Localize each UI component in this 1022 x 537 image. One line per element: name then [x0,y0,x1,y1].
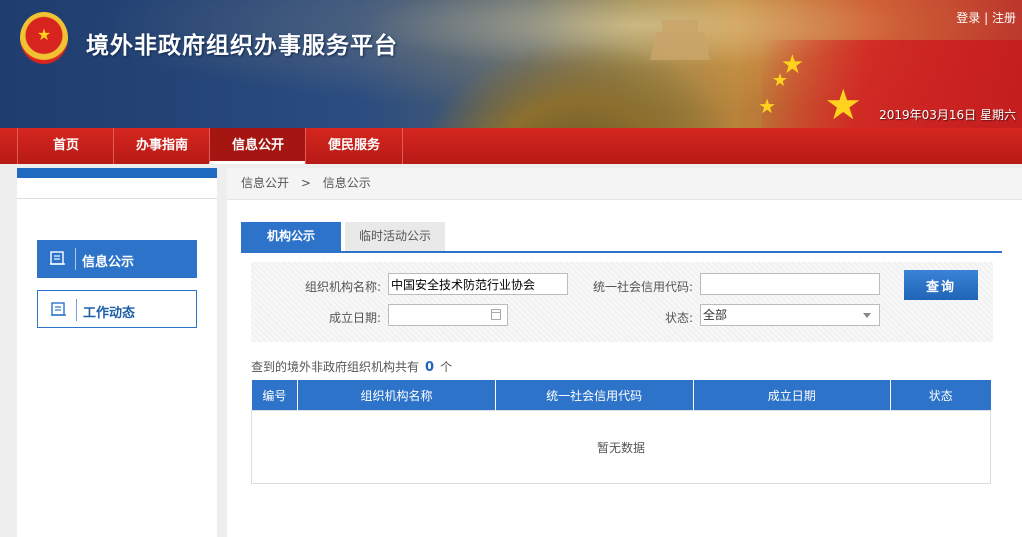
sidebar-item-info-disclosure[interactable]: 信息公示 [37,240,197,278]
org-name-input[interactable] [388,273,568,295]
tab-bar: 机构公示 临时活动公示 [241,222,1002,253]
column-header-number: 编号 [251,380,299,411]
sidebar-item-label: 工作动态 [83,306,136,321]
sidebar-header [17,178,217,199]
search-form: 组织机构名称: 统一社会信用代码: 成立日期: 状态: 全部 查询 [251,262,993,342]
table-empty-row: 暂无数据 [251,410,991,484]
nav-item-services[interactable]: 便民服务 [305,128,403,164]
breadcrumb-parent[interactable]: 信息公开 [241,168,289,199]
main-nav: 首页 办事指南 信息公开 便民服务 [0,128,1022,164]
column-header-org-name: 组织机构名称 [297,380,496,411]
sidebar-item-divider [75,248,76,270]
chevron-down-icon [863,313,871,318]
breadcrumb: 信息公开 > 信息公示 [227,168,1022,200]
current-date: 2019年03月16日 星期六 [879,108,1016,122]
site-title: 境外非政府组织办事服务平台 [86,33,398,59]
org-results-table: 编号 组织机构名称 统一社会信用代码 成立日期 状态 暂无数据 [251,380,991,484]
column-header-status: 状态 [890,380,991,411]
org-name-label: 组织机构名称: [304,280,381,294]
sidebar-item-work-news[interactable]: 工作动态 [37,290,197,328]
document-icon [50,251,65,265]
auth-links: 登录 | 注册 [956,9,1016,26]
document-icon [51,302,66,316]
sidebar-topbar [17,168,217,178]
founding-date-picker[interactable] [388,304,508,326]
nav-item-home[interactable]: 首页 [17,128,114,164]
sidebar-item-label: 信息公示 [82,255,135,270]
calendar-icon [491,309,501,320]
status-label: 状态: [664,311,693,325]
credit-code-label: 统一社会信用代码: [592,280,693,294]
tab-temp-activity-disclosure[interactable]: 临时活动公示 [345,222,445,251]
breadcrumb-separator: > [300,176,311,190]
table-header-row: 编号 组织机构名称 统一社会信用代码 成立日期 状态 [251,380,991,411]
result-count: 查到的境外非政府组织机构共有 0 个 [251,358,452,375]
result-count-number: 0 [425,360,435,375]
nav-item-guide[interactable]: 办事指南 [113,128,210,164]
column-header-credit-code: 统一社会信用代码 [495,380,694,411]
breadcrumb-current: 信息公示 [322,176,371,190]
table-empty-message: 暂无数据 [251,410,991,484]
login-link[interactable]: 登录 [956,11,980,25]
status-selected-value: 全部 [703,308,728,322]
main-content: 信息公开 > 信息公示 机构公示 临时活动公示 组织机构名称: 统一社会信用代码… [227,168,1022,537]
nav-item-info-public[interactable]: 信息公开 [209,128,306,164]
status-select[interactable]: 全部 [700,304,880,326]
sidebar: 信息公示 工作动态 [17,168,217,537]
tab-org-disclosure[interactable]: 机构公示 [241,222,341,251]
flag-star-icon: ★ [824,80,862,128]
result-count-prefix: 查到的境外非政府组织机构共有 [251,360,420,374]
sidebar-item-divider [76,299,77,321]
credit-code-input[interactable] [700,273,880,295]
auth-separator: | [984,11,989,25]
national-emblem-icon: ★ [20,12,68,64]
flag-star-icon: ★ [771,70,788,91]
register-link[interactable]: 注册 [992,11,1016,25]
site-header: ★ ★ ★ ★ ★ 境外非政府组织办事服务平台 登录 | 注册 2019年03月… [0,0,1022,128]
flag-star-icon: ★ [758,94,776,118]
column-header-founding-date: 成立日期 [693,380,892,411]
founding-date-label: 成立日期: [328,311,381,325]
query-button[interactable]: 查询 [904,270,978,300]
result-count-suffix: 个 [440,360,453,374]
